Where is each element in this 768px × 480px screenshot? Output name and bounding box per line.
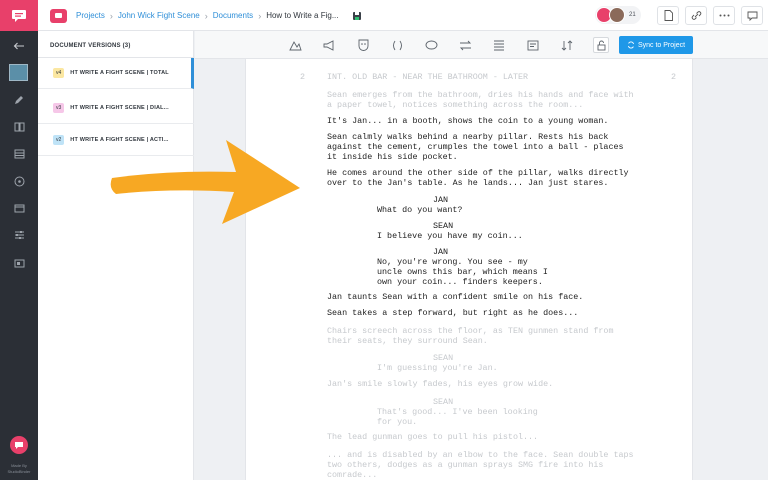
left-nav-rail: Made By StudioBinder bbox=[0, 31, 38, 480]
dialogue-line: I'm guessing you're Jan. bbox=[377, 363, 498, 373]
back-arrow-icon[interactable] bbox=[9, 37, 29, 55]
editor-toolbar: Sync to Project bbox=[195, 31, 768, 59]
version-item-v4[interactable]: v4 HT WRITE A FIGHT SCENE | TOTAL bbox=[38, 58, 194, 89]
top-bar: Projects › John Wick Fight Scene › Docum… bbox=[0, 0, 768, 31]
book-icon[interactable] bbox=[9, 118, 29, 136]
dialogue-line: for you. bbox=[377, 417, 418, 427]
breadcrumb-current: How to Write a Fig... bbox=[266, 11, 339, 20]
dialogue-icon[interactable] bbox=[423, 37, 439, 53]
studiobinder-logo-icon[interactable] bbox=[10, 436, 28, 454]
dialogue-line: No, you're wrong. You see - my bbox=[377, 257, 528, 267]
transition-icon[interactable] bbox=[457, 37, 473, 53]
ellipsis-icon bbox=[719, 14, 729, 17]
dialogue-line: That's good... I've been looking bbox=[377, 407, 538, 417]
pencil-icon[interactable] bbox=[9, 91, 29, 109]
dialogue-line: I believe you have my coin... bbox=[377, 231, 523, 241]
action-line: It's Jan... in a booth, shows the coin t… bbox=[327, 116, 609, 126]
action-line: He comes around the other side of the pi… bbox=[327, 168, 629, 178]
action-line: their seats, they surround Sean. bbox=[327, 336, 488, 346]
action-line: Sean takes a step forward, but right as … bbox=[327, 308, 579, 318]
action-line: over to the Jan's table. As he lands... … bbox=[327, 178, 609, 188]
action-line: Jan taunts Sean with a confident smile o… bbox=[327, 292, 584, 302]
action-line: Chairs screech across the floor, as TEN … bbox=[327, 326, 614, 336]
action-line: Jan's smile slowly fades, his eyes grow … bbox=[327, 379, 554, 389]
breadcrumb-documents[interactable]: Documents bbox=[213, 11, 253, 20]
comments-button[interactable] bbox=[741, 6, 763, 25]
pdf-button[interactable] bbox=[657, 6, 679, 25]
link-icon bbox=[691, 11, 701, 20]
action-line: Sean emerges from the bathroom, dries hi… bbox=[327, 90, 634, 100]
project-icon bbox=[50, 8, 67, 23]
action-line: The lead gunman goes to pull his pistol.… bbox=[327, 432, 539, 442]
breadcrumb-separator: › bbox=[258, 10, 262, 21]
character-icon[interactable] bbox=[355, 37, 371, 53]
list-icon[interactable] bbox=[9, 145, 29, 163]
version-item-v3[interactable]: v3 HT WRITE A FIGHT SCENE | DIAL... bbox=[38, 93, 194, 124]
character-name: JAN bbox=[433, 247, 449, 257]
character-name: SEAN bbox=[433, 397, 454, 407]
document-versions-panel: DOCUMENT VERSIONS (3) v4 HT WRITE A FIGH… bbox=[38, 31, 194, 480]
version-tag: v2 bbox=[53, 135, 65, 145]
action-line: Sean calmly walks behind a nearby pillar… bbox=[327, 132, 609, 142]
highlight-arrow-icon bbox=[110, 140, 301, 224]
character-name: SEAN bbox=[433, 221, 454, 231]
avatar bbox=[609, 7, 625, 23]
sliders-icon[interactable] bbox=[9, 226, 29, 244]
dialogue-line: uncle owns this bar, which means I bbox=[377, 267, 548, 277]
project-thumbnail[interactable] bbox=[9, 64, 28, 81]
version-tag: v4 bbox=[53, 68, 65, 78]
dialogue-line: own your coin... finders keepers. bbox=[377, 277, 543, 287]
sync-icon bbox=[628, 41, 634, 49]
action-line: comrade... bbox=[327, 470, 378, 480]
made-by-credit: Made By StudioBinder bbox=[7, 463, 31, 474]
film-reel-icon[interactable] bbox=[9, 172, 29, 190]
breadcrumb-separator: › bbox=[204, 10, 208, 21]
collaborators[interactable]: 21 bbox=[595, 6, 641, 24]
parenthetical-icon[interactable] bbox=[389, 37, 405, 53]
page-number-left: 2 bbox=[300, 72, 306, 82]
app-logo[interactable] bbox=[0, 0, 38, 31]
calendar-icon[interactable] bbox=[9, 199, 29, 217]
version-label: HT WRITE A FIGHT SCENE | TOTAL bbox=[70, 70, 169, 76]
action-line: it inside his side pocket. bbox=[327, 152, 458, 162]
breadcrumb-separator: › bbox=[109, 10, 113, 21]
version-tag: v3 bbox=[53, 103, 65, 113]
chat-icon bbox=[747, 11, 757, 21]
note-icon[interactable] bbox=[525, 37, 541, 53]
action-line: two others, dodges as a gunman sprays SM… bbox=[327, 460, 604, 470]
scene-heading: INT. OLD BAR - NEAR THE BATHROOM - LATER bbox=[327, 72, 529, 82]
lock-button[interactable] bbox=[593, 37, 609, 53]
script-page[interactable]: 2 2 INT. OLD BAR - NEAR THE BATHROOM - L… bbox=[245, 59, 693, 480]
chat-logo-icon bbox=[12, 9, 26, 22]
versions-title: DOCUMENT VERSIONS (3) bbox=[50, 43, 131, 49]
sort-icon[interactable] bbox=[559, 37, 575, 53]
action-line: ... and is disabled by an elbow to the f… bbox=[327, 450, 634, 460]
breadcrumb: Projects › John Wick Fight Scene › Docum… bbox=[50, 0, 362, 31]
lock-icon bbox=[597, 40, 605, 50]
action-line: a paper towel, notices something across … bbox=[327, 100, 584, 110]
more-button[interactable] bbox=[713, 6, 735, 25]
link-button[interactable] bbox=[685, 6, 707, 25]
collaborator-count: 21 bbox=[629, 12, 636, 18]
sync-to-project-button[interactable]: Sync to Project bbox=[619, 36, 693, 54]
sync-label: Sync to Project bbox=[637, 41, 686, 49]
action-line: against the cement, crumples the towel i… bbox=[327, 142, 624, 152]
dialogue-line: What do you want? bbox=[377, 205, 463, 215]
save-status-icon bbox=[352, 11, 362, 21]
general-text-icon[interactable] bbox=[491, 37, 507, 53]
character-name: JAN bbox=[433, 195, 449, 205]
pdf-icon bbox=[664, 10, 673, 21]
megaphone-icon[interactable] bbox=[321, 37, 337, 53]
breadcrumb-projects[interactable]: Projects bbox=[76, 11, 105, 20]
scene-heading-icon[interactable] bbox=[287, 37, 303, 53]
version-label: HT WRITE A FIGHT SCENE | DIAL... bbox=[70, 105, 169, 111]
tv-icon[interactable] bbox=[9, 255, 29, 273]
breadcrumb-project[interactable]: John Wick Fight Scene bbox=[118, 11, 200, 20]
character-name: SEAN bbox=[433, 353, 454, 363]
page-number-right: 2 bbox=[671, 72, 677, 82]
